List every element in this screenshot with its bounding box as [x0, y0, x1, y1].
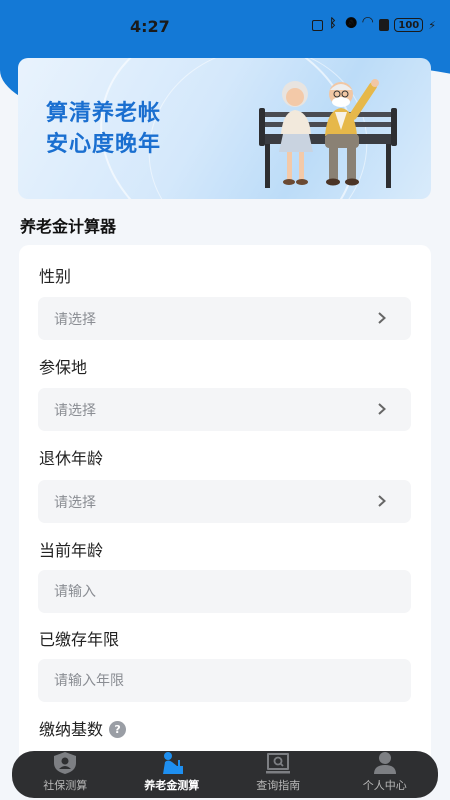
elderly-icon [162, 752, 183, 774]
nfc-icon [312, 19, 324, 31]
charging-icon: ⚡ [428, 18, 436, 32]
banner-title: 算清养老帐 安心度晚年 [46, 98, 161, 160]
nav-item-profile[interactable]: 个人中心 [332, 751, 439, 798]
question-icon[interactable]: ? [109, 721, 127, 738]
battery-level: 100 [398, 19, 420, 31]
nav-item-social-insurance[interactable]: 社保测算 [12, 751, 119, 798]
location-label: 参保地 [39, 358, 88, 377]
mute-icon [345, 19, 357, 31]
paid-years-input[interactable] [54, 672, 354, 689]
nav-label: 个人中心 [362, 779, 407, 792]
banner-line-2: 安心度晚年 [46, 132, 162, 157]
nav-label: 查询指南 [256, 779, 301, 792]
retire-age-label: 退休年龄 [39, 449, 104, 468]
nav-item-pension[interactable]: 养老金测算 [119, 751, 226, 798]
base-label-text: 缴纳基数 [39, 720, 104, 739]
location-placeholder: 请选择 [54, 402, 96, 419]
gender-placeholder: 请选择 [54, 311, 96, 328]
person-icon [373, 752, 396, 774]
base-label: 缴纳基数? [39, 716, 127, 740]
paid-years-label: 已缴存年限 [39, 630, 120, 649]
bottom-navigation: 社保测算 养老金测算 查询指南 个人中心 [12, 751, 438, 798]
promo-banner[interactable]: 算清养老帐 安心度晚年 [18, 58, 431, 199]
nav-label: 社保测算 [43, 779, 88, 792]
chevron-right-icon [378, 312, 386, 324]
status-icons: 100 ⚡ [312, 14, 436, 32]
current-age-field[interactable] [38, 570, 411, 613]
retire-age-select[interactable]: 请选择 [38, 480, 411, 523]
nav-item-guide[interactable]: 查询指南 [225, 751, 332, 798]
elderly-couple-illustration [259, 79, 397, 188]
sim-icon [379, 19, 390, 31]
status-bar: 4:27 100 ⚡ [0, 0, 450, 48]
section-title: 养老金计算器 [20, 217, 117, 236]
gender-label: 性别 [39, 267, 72, 286]
book-search-icon [266, 753, 291, 774]
gender-select[interactable]: 请选择 [38, 297, 411, 340]
location-select[interactable]: 请选择 [38, 388, 411, 431]
current-age-input[interactable] [54, 583, 354, 600]
chevron-right-icon [378, 403, 386, 415]
calculator-form: 性别 请选择 参保地 请选择 退休年龄 请选择 当前年龄 已缴存年限 缴纳基数? [19, 245, 431, 765]
bluetooth-icon [328, 16, 340, 31]
shield-user-icon [54, 752, 77, 774]
nav-label: 养老金测算 [144, 779, 200, 792]
banner-line-1: 算清养老帐 [46, 101, 162, 126]
current-age-label: 当前年龄 [39, 541, 104, 560]
chevron-right-icon [378, 495, 386, 507]
battery-icon: 100 [394, 18, 424, 32]
retire-age-placeholder: 请选择 [54, 494, 96, 511]
status-time: 4:27 [130, 17, 170, 36]
wifi-icon [362, 14, 374, 31]
paid-years-field[interactable] [38, 659, 411, 702]
